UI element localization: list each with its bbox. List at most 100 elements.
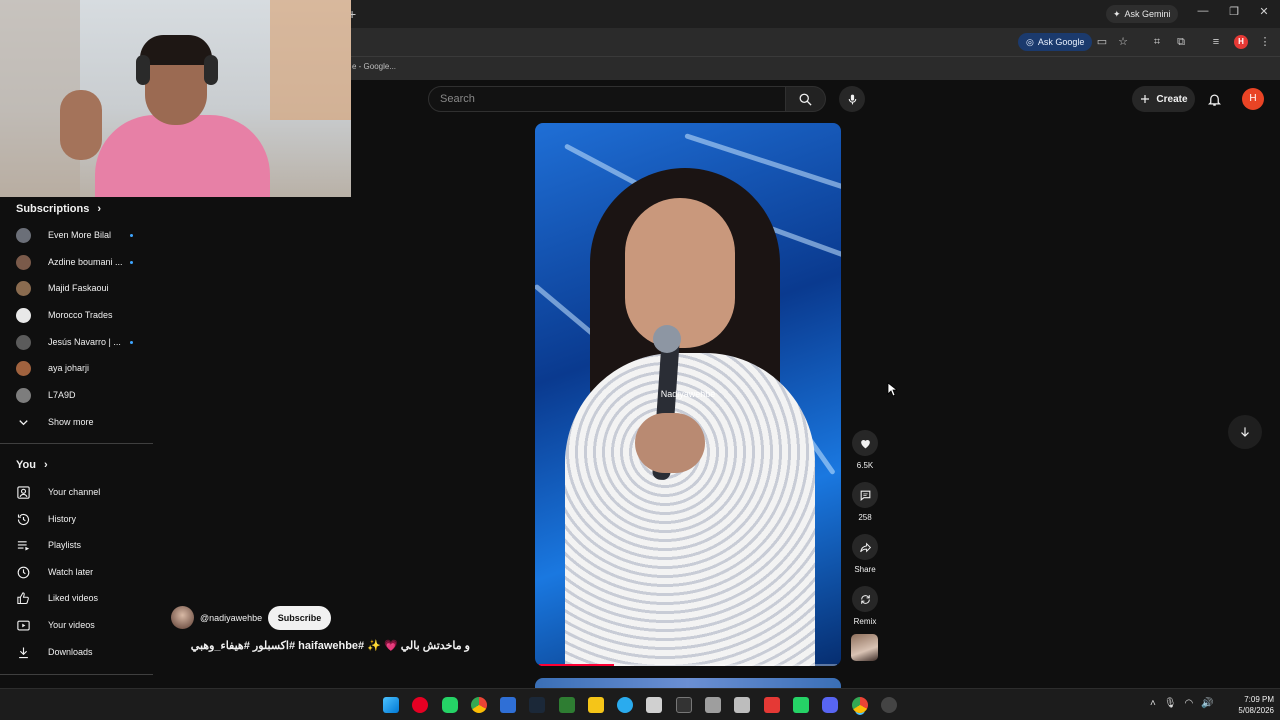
chevron-up-icon[interactable]: ˄	[1150, 698, 1156, 709]
sidebar-divider	[0, 443, 153, 444]
subscriptions-header[interactable]: Subscriptions ›	[16, 203, 101, 215]
ask-gemini-button[interactable]: ✦ Ask Gemini	[1106, 5, 1178, 23]
remix-button[interactable]	[852, 586, 878, 612]
voice-search-button[interactable]	[839, 86, 865, 112]
anydesk-icon[interactable]	[764, 697, 780, 713]
performer-lace-dress	[565, 353, 815, 666]
subscription-item[interactable]: aya joharji	[16, 357, 146, 379]
new-content-dot	[130, 261, 133, 264]
you-header[interactable]: You ›	[16, 459, 48, 471]
comments-button[interactable]	[852, 482, 878, 508]
next-video-button[interactable]	[1228, 415, 1262, 449]
media-player-icon[interactable]	[676, 697, 692, 713]
share-button[interactable]	[852, 534, 878, 560]
notifications-button[interactable]	[1203, 88, 1225, 110]
subscription-label: Even More Bilal	[48, 230, 112, 240]
whatsapp-business-icon[interactable]	[793, 697, 809, 713]
sidebar-item-playlists[interactable]: Playlists	[16, 534, 146, 556]
discord-icon[interactable]	[822, 697, 838, 713]
app-icon[interactable]	[500, 697, 516, 713]
remix-icon	[860, 594, 870, 604]
subscription-item[interactable]: Jesús Navarro | ...	[16, 331, 146, 353]
subscription-item[interactable]: Morocco Trades	[16, 304, 146, 326]
translate-icon[interactable]: ⌗	[1150, 35, 1164, 49]
ask-gemini-label: Ask Gemini	[1124, 9, 1171, 19]
account-avatar[interactable]: H	[1242, 88, 1264, 110]
person-icon	[17, 485, 30, 499]
sound-thumbnail[interactable]	[851, 634, 878, 661]
pinterest-icon[interactable]	[412, 697, 428, 713]
menu-icon[interactable]: ⋮	[1258, 35, 1272, 49]
channel-handle[interactable]: @nadiyawehbe	[200, 613, 262, 623]
share-action[interactable]: Share	[850, 534, 880, 574]
show-more-label: Show more	[48, 417, 94, 427]
close-icon[interactable]: ✕	[1256, 5, 1272, 18]
video-watermark: Nadiyawehbe	[660, 389, 716, 399]
video-progress-bar[interactable]	[539, 664, 837, 666]
channel-avatar[interactable]	[171, 606, 194, 629]
channel-avatar-icon	[16, 334, 31, 350]
show-more-button[interactable]: Show more	[16, 411, 146, 433]
folder-icon[interactable]	[588, 697, 604, 713]
subscription-item[interactable]: Majid Faskaoui	[16, 277, 146, 299]
wifi-icon[interactable]: ◠	[1185, 698, 1194, 709]
like-button[interactable]	[852, 430, 878, 456]
clock[interactable]: 7:09 PM 5/08/2026	[1222, 694, 1274, 716]
search-button[interactable]	[786, 86, 826, 112]
sidebar: Subscriptions › Even More Bilal Azdine b…	[0, 197, 153, 677]
subscription-label: Azdine boumani ...	[48, 257, 123, 267]
media-icon[interactable]: ≡	[1209, 35, 1223, 49]
comment-action[interactable]: 258	[850, 482, 880, 522]
minimize-icon[interactable]: —	[1195, 5, 1211, 17]
bookmark-item[interactable]: e - Google...	[352, 62, 396, 71]
like-count: 6.5K	[856, 461, 874, 470]
chrome-icon[interactable]	[471, 697, 487, 713]
subscribe-button[interactable]: Subscribe	[268, 606, 331, 630]
cast-icon[interactable]: ▭	[1095, 35, 1109, 49]
whatsapp-icon[interactable]	[442, 697, 458, 713]
sidebar-item-your-videos[interactable]: Your videos	[16, 614, 146, 636]
shorts-video-player[interactable]: Nadiyawehbe	[535, 123, 841, 666]
ask-google-button[interactable]: ◎ Ask Google	[1018, 33, 1093, 51]
arrow-down-icon	[1241, 427, 1249, 437]
sidebar-item-liked-videos[interactable]: Liked videos	[16, 587, 146, 609]
terminal-icon[interactable]	[559, 697, 575, 713]
chrome-active-icon[interactable]	[852, 697, 868, 713]
windows-start-icon[interactable]	[383, 697, 399, 713]
microphone-tray-icon[interactable]: 🎙	[1164, 698, 1177, 709]
plus-icon	[1141, 95, 1150, 103]
history-icon	[17, 513, 30, 525]
telegram-icon[interactable]	[617, 697, 633, 713]
subscriptions-title: Subscriptions	[16, 203, 90, 215]
sidebar-item-your-channel[interactable]: Your channel	[16, 481, 146, 503]
profile-chip[interactable]: H	[1234, 35, 1248, 49]
star-icon[interactable]: ☆	[1116, 35, 1130, 49]
subscription-item[interactable]: Azdine boumani ...	[16, 251, 146, 273]
settings-icon[interactable]	[881, 697, 897, 713]
sidebar-item-downloads[interactable]: Downloads	[16, 641, 146, 663]
printer-icon[interactable]	[734, 697, 750, 713]
restore-icon[interactable]: ❐	[1226, 5, 1242, 18]
subscription-item[interactable]: Even More Bilal	[16, 224, 146, 246]
sidebar-item-label: Liked videos	[48, 593, 99, 603]
thumbs-up-icon	[17, 591, 29, 604]
create-button[interactable]: Create	[1132, 86, 1195, 112]
sidebar-item-history[interactable]: History	[16, 508, 146, 530]
extensions-icon[interactable]: ⧉	[1174, 35, 1188, 49]
search-field[interactable]	[428, 86, 786, 112]
subscription-item[interactable]: L7A9D	[16, 384, 146, 406]
volume-icon[interactable]: 🔊	[1201, 698, 1213, 709]
steam-icon[interactable]	[529, 697, 545, 713]
search-input[interactable]	[429, 87, 785, 111]
like-action[interactable]: 6.5K	[850, 430, 880, 470]
remix-action[interactable]: Remix	[850, 586, 880, 626]
checkmark-icon[interactable]	[705, 697, 721, 713]
channel-avatar-icon	[16, 254, 31, 270]
sidebar-item-watch-later[interactable]: Watch later	[16, 561, 146, 583]
search-icon	[799, 93, 812, 106]
store-icon[interactable]	[646, 697, 662, 713]
next-short-preview[interactable]	[535, 678, 841, 688]
channel-avatar-icon	[16, 280, 31, 296]
subscription-label: L7A9D	[48, 390, 76, 400]
windows-taskbar: ˄ 🎙 ◠ 🔊 7:09 PM 5/08/2026	[0, 688, 1280, 720]
